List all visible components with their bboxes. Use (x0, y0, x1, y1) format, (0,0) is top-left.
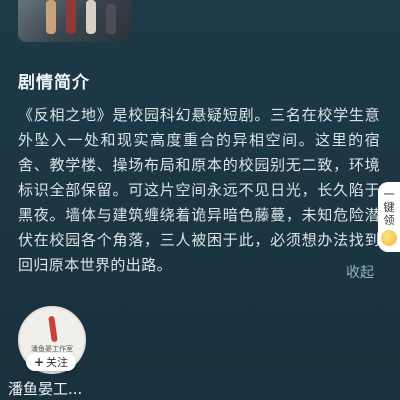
synopsis-text: 《反相之地》是校园科幻悬疑短剧。三名在校学生意外坠入一处和现实高度重合的异相空间… (18, 106, 380, 274)
one-click-claim-widget[interactable]: 一 键 领 (378, 182, 400, 252)
claim-label-char: 一 (383, 188, 395, 201)
follow-button[interactable]: + 关注 (26, 353, 76, 371)
poster-figure (46, 0, 56, 34)
brush-logo-icon (48, 315, 58, 343)
claim-label-char: 领 (383, 214, 395, 227)
follow-label: 关注 (46, 356, 69, 369)
poster-figure (66, 0, 76, 34)
studio-name[interactable]: 潘鱼晏工... (8, 378, 82, 399)
poster-figure (106, 4, 116, 34)
drama-poster-thumbnail[interactable] (18, 0, 132, 42)
synopsis-title: 剧情简介 (18, 73, 90, 93)
gold-coin-icon (381, 230, 397, 246)
plus-icon: + (33, 355, 45, 369)
poster-figure (86, 0, 96, 34)
claim-label-char: 键 (383, 201, 395, 214)
collapse-link[interactable]: 收起 (346, 262, 374, 282)
